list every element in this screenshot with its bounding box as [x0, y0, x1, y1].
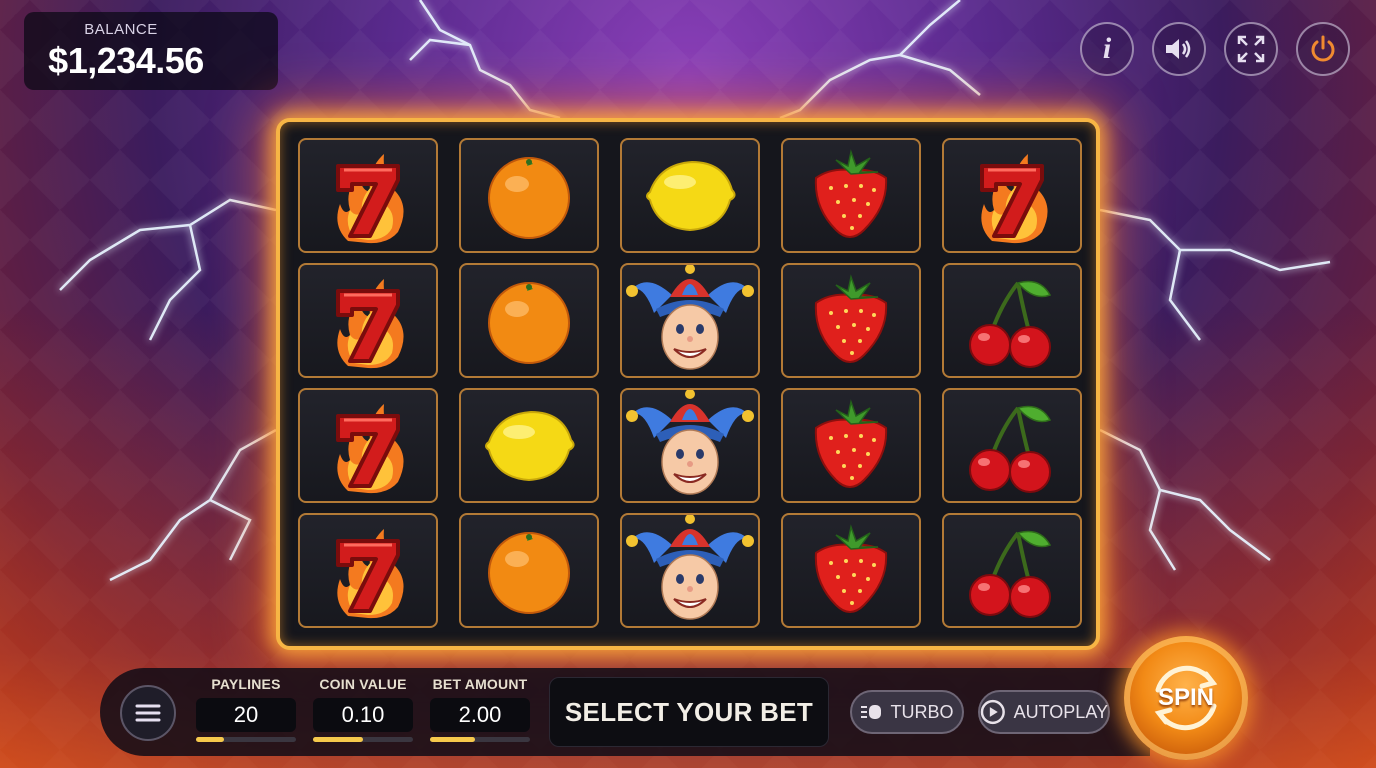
- seven-icon: [318, 146, 418, 246]
- bet-amount-label: BET AMOUNT: [432, 676, 528, 692]
- reel-cell: [298, 388, 438, 503]
- strawberry-icon: [806, 273, 896, 369]
- orange-icon: [483, 150, 575, 242]
- cherries-icon: [962, 273, 1062, 369]
- reel-cell: [459, 513, 599, 628]
- reel-cell: [298, 513, 438, 628]
- reel-cell: [942, 388, 1082, 503]
- lemon-icon: [479, 404, 579, 488]
- info-button[interactable]: i: [1080, 22, 1134, 76]
- paylines-slider[interactable]: [196, 737, 296, 742]
- reel-cell: [942, 263, 1082, 378]
- reel-cell: [459, 388, 599, 503]
- reel-cell: [459, 138, 599, 253]
- spin-label: SPIN: [1157, 684, 1214, 711]
- strawberry-icon: [806, 398, 896, 494]
- info-icon: i: [1102, 32, 1112, 65]
- reel-frame: [276, 118, 1100, 650]
- bet-amount-control: BET AMOUNT 2.00: [430, 676, 530, 742]
- turbo-label: TURBO: [890, 701, 954, 722]
- reel-cell: [459, 263, 599, 378]
- fullscreen-icon: [1237, 35, 1265, 63]
- cherries-icon: [962, 398, 1062, 494]
- balance-value: $1,234.56: [48, 39, 204, 81]
- menu-button[interactable]: [120, 685, 176, 741]
- bet-amount-slider[interactable]: [430, 737, 530, 742]
- reel-cell: [620, 138, 760, 253]
- top-controls: i: [1080, 22, 1350, 76]
- reel-grid: [298, 138, 1082, 628]
- coin-value-value[interactable]: 0.10: [313, 698, 413, 732]
- strawberry-icon: [806, 148, 896, 244]
- spin-button[interactable]: SPIN: [1124, 636, 1248, 760]
- reel-cell: [781, 513, 921, 628]
- reel-cell: [620, 513, 760, 628]
- hamburger-icon: [135, 704, 161, 722]
- reel-cell: [620, 388, 760, 503]
- autoplay-icon: [980, 699, 1005, 725]
- coin-value-slider[interactable]: [313, 737, 413, 742]
- fullscreen-button[interactable]: [1224, 22, 1278, 76]
- orange-icon: [483, 275, 575, 367]
- reel-cell: [781, 388, 921, 503]
- power-icon: [1311, 35, 1335, 62]
- paylines-control: PAYLINES 20: [196, 676, 296, 742]
- jester-icon: [624, 514, 756, 627]
- sound-button[interactable]: [1152, 22, 1206, 76]
- autoplay-button[interactable]: AUTOPLAY: [978, 690, 1110, 734]
- reel-cell: [298, 138, 438, 253]
- coin-value-control: COIN VALUE 0.10: [313, 676, 413, 742]
- balance-panel: BALANCE $1,234.56: [24, 12, 278, 90]
- seven-icon: [318, 396, 418, 496]
- paylines-label: PAYLINES: [211, 676, 281, 692]
- select-bet-button[interactable]: SELECT YOUR BET: [549, 677, 829, 747]
- jester-icon: [624, 264, 756, 377]
- reel-cell: [781, 263, 921, 378]
- turbo-button[interactable]: TURBO: [850, 690, 964, 734]
- balance-label: BALANCE: [84, 20, 158, 38]
- jester-icon: [624, 389, 756, 502]
- reel-cell: [620, 263, 760, 378]
- reel-cell: [942, 138, 1082, 253]
- coin-value-label: COIN VALUE: [319, 676, 407, 692]
- reel-cell: [942, 513, 1082, 628]
- autoplay-label: AUTOPLAY: [1013, 701, 1108, 722]
- orange-icon: [483, 525, 575, 617]
- bet-amount-value[interactable]: 2.00: [430, 698, 530, 732]
- reel-cell: [298, 263, 438, 378]
- reel-cell: [781, 138, 921, 253]
- power-button[interactable]: [1296, 22, 1350, 76]
- cherries-icon: [962, 523, 1062, 619]
- lemon-icon: [640, 154, 740, 238]
- speaker-icon: [1166, 39, 1191, 59]
- seven-icon: [318, 271, 418, 371]
- seven-icon: [318, 521, 418, 621]
- paylines-value[interactable]: 20: [196, 698, 296, 732]
- strawberry-icon: [806, 523, 896, 619]
- seven-icon: [962, 146, 1062, 246]
- turbo-icon: [860, 705, 881, 719]
